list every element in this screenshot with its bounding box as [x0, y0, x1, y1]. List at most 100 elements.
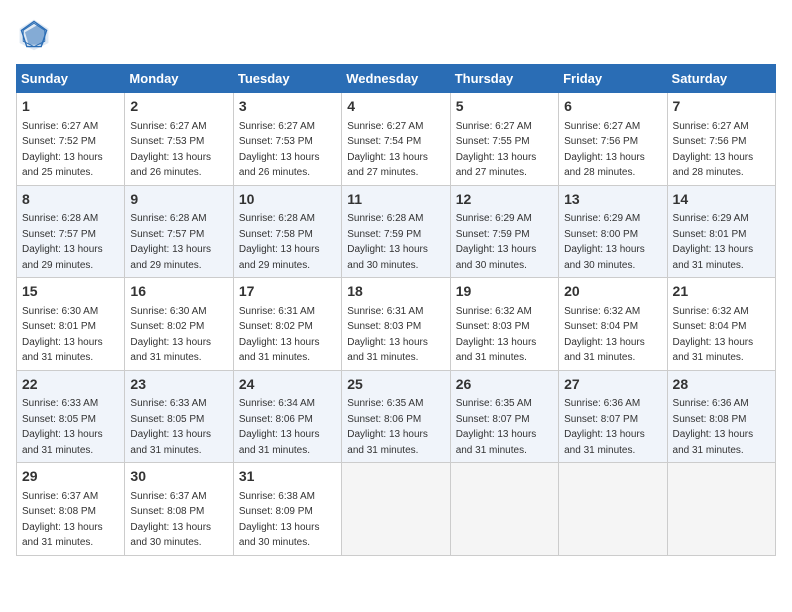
calendar-day-cell: 26 Sunrise: 6:35 AMSunset: 8:07 PMDaylig…: [450, 370, 558, 463]
calendar-day-cell: 5 Sunrise: 6:27 AMSunset: 7:55 PMDayligh…: [450, 93, 558, 186]
calendar-day-cell: 6 Sunrise: 6:27 AMSunset: 7:56 PMDayligh…: [559, 93, 667, 186]
calendar-day-cell: 8 Sunrise: 6:28 AMSunset: 7:57 PMDayligh…: [17, 185, 125, 278]
day-number: 8: [22, 190, 119, 210]
day-info: Sunrise: 6:27 AMSunset: 7:56 PMDaylight:…: [564, 121, 645, 179]
day-number: 17: [239, 282, 336, 302]
day-number: 12: [456, 190, 553, 210]
calendar-day-cell: 30 Sunrise: 6:37 AMSunset: 8:08 PMDaylig…: [125, 463, 233, 556]
day-number: 31: [239, 467, 336, 487]
day-info: Sunrise: 6:32 AMSunset: 8:03 PMDaylight:…: [456, 306, 537, 364]
day-number: 9: [130, 190, 227, 210]
calendar-week-row: 29 Sunrise: 6:37 AMSunset: 8:08 PMDaylig…: [17, 463, 776, 556]
day-header-monday: Monday: [125, 65, 233, 93]
calendar-day-cell: 1 Sunrise: 6:27 AMSunset: 7:52 PMDayligh…: [17, 93, 125, 186]
day-info: Sunrise: 6:37 AMSunset: 8:08 PMDaylight:…: [130, 491, 211, 549]
day-info: Sunrise: 6:29 AMSunset: 8:01 PMDaylight:…: [673, 213, 754, 271]
calendar-day-cell: 31 Sunrise: 6:38 AMSunset: 8:09 PMDaylig…: [233, 463, 341, 556]
calendar-day-cell: 4 Sunrise: 6:27 AMSunset: 7:54 PMDayligh…: [342, 93, 450, 186]
day-info: Sunrise: 6:27 AMSunset: 7:53 PMDaylight:…: [239, 121, 320, 179]
day-info: Sunrise: 6:28 AMSunset: 7:57 PMDaylight:…: [22, 213, 103, 271]
day-number: 3: [239, 97, 336, 117]
calendar-day-cell: 10 Sunrise: 6:28 AMSunset: 7:58 PMDaylig…: [233, 185, 341, 278]
day-info: Sunrise: 6:35 AMSunset: 8:07 PMDaylight:…: [456, 398, 537, 456]
calendar-day-cell: 11 Sunrise: 6:28 AMSunset: 7:59 PMDaylig…: [342, 185, 450, 278]
day-info: Sunrise: 6:27 AMSunset: 7:53 PMDaylight:…: [130, 121, 211, 179]
calendar-day-cell: 22 Sunrise: 6:33 AMSunset: 8:05 PMDaylig…: [17, 370, 125, 463]
day-info: Sunrise: 6:29 AMSunset: 7:59 PMDaylight:…: [456, 213, 537, 271]
day-number: 5: [456, 97, 553, 117]
calendar-day-cell: 2 Sunrise: 6:27 AMSunset: 7:53 PMDayligh…: [125, 93, 233, 186]
day-header-saturday: Saturday: [667, 65, 775, 93]
day-number: 10: [239, 190, 336, 210]
calendar-day-cell: 21 Sunrise: 6:32 AMSunset: 8:04 PMDaylig…: [667, 278, 775, 371]
page-header: [16, 16, 776, 52]
day-number: 20: [564, 282, 661, 302]
calendar-day-cell: 20 Sunrise: 6:32 AMSunset: 8:04 PMDaylig…: [559, 278, 667, 371]
day-number: 7: [673, 97, 770, 117]
calendar-week-row: 22 Sunrise: 6:33 AMSunset: 8:05 PMDaylig…: [17, 370, 776, 463]
logo: [16, 16, 56, 52]
day-info: Sunrise: 6:32 AMSunset: 8:04 PMDaylight:…: [564, 306, 645, 364]
calendar-day-cell: 27 Sunrise: 6:36 AMSunset: 8:07 PMDaylig…: [559, 370, 667, 463]
day-info: Sunrise: 6:28 AMSunset: 7:59 PMDaylight:…: [347, 213, 428, 271]
day-header-tuesday: Tuesday: [233, 65, 341, 93]
day-info: Sunrise: 6:30 AMSunset: 8:01 PMDaylight:…: [22, 306, 103, 364]
day-info: Sunrise: 6:35 AMSunset: 8:06 PMDaylight:…: [347, 398, 428, 456]
calendar-day-cell: 23 Sunrise: 6:33 AMSunset: 8:05 PMDaylig…: [125, 370, 233, 463]
calendar-day-cell: 13 Sunrise: 6:29 AMSunset: 8:00 PMDaylig…: [559, 185, 667, 278]
calendar-table: SundayMondayTuesdayWednesdayThursdayFrid…: [16, 64, 776, 556]
day-info: Sunrise: 6:31 AMSunset: 8:03 PMDaylight:…: [347, 306, 428, 364]
calendar-day-cell: [559, 463, 667, 556]
calendar-day-cell: 7 Sunrise: 6:27 AMSunset: 7:56 PMDayligh…: [667, 93, 775, 186]
calendar-day-cell: 3 Sunrise: 6:27 AMSunset: 7:53 PMDayligh…: [233, 93, 341, 186]
day-number: 21: [673, 282, 770, 302]
day-number: 19: [456, 282, 553, 302]
calendar-day-cell: 29 Sunrise: 6:37 AMSunset: 8:08 PMDaylig…: [17, 463, 125, 556]
day-info: Sunrise: 6:33 AMSunset: 8:05 PMDaylight:…: [22, 398, 103, 456]
logo-icon: [16, 16, 52, 52]
day-info: Sunrise: 6:27 AMSunset: 7:55 PMDaylight:…: [456, 121, 537, 179]
day-number: 18: [347, 282, 444, 302]
day-info: Sunrise: 6:37 AMSunset: 8:08 PMDaylight:…: [22, 491, 103, 549]
calendar-week-row: 15 Sunrise: 6:30 AMSunset: 8:01 PMDaylig…: [17, 278, 776, 371]
calendar-day-cell: 14 Sunrise: 6:29 AMSunset: 8:01 PMDaylig…: [667, 185, 775, 278]
day-info: Sunrise: 6:36 AMSunset: 8:08 PMDaylight:…: [673, 398, 754, 456]
calendar-day-cell: 19 Sunrise: 6:32 AMSunset: 8:03 PMDaylig…: [450, 278, 558, 371]
day-info: Sunrise: 6:33 AMSunset: 8:05 PMDaylight:…: [130, 398, 211, 456]
day-number: 4: [347, 97, 444, 117]
day-number: 15: [22, 282, 119, 302]
day-number: 29: [22, 467, 119, 487]
day-number: 25: [347, 375, 444, 395]
day-info: Sunrise: 6:32 AMSunset: 8:04 PMDaylight:…: [673, 306, 754, 364]
day-number: 26: [456, 375, 553, 395]
day-number: 23: [130, 375, 227, 395]
calendar-day-cell: 24 Sunrise: 6:34 AMSunset: 8:06 PMDaylig…: [233, 370, 341, 463]
calendar-day-cell: 25 Sunrise: 6:35 AMSunset: 8:06 PMDaylig…: [342, 370, 450, 463]
calendar-day-cell: 9 Sunrise: 6:28 AMSunset: 7:57 PMDayligh…: [125, 185, 233, 278]
day-number: 13: [564, 190, 661, 210]
day-number: 30: [130, 467, 227, 487]
calendar-day-cell: 12 Sunrise: 6:29 AMSunset: 7:59 PMDaylig…: [450, 185, 558, 278]
day-info: Sunrise: 6:27 AMSunset: 7:52 PMDaylight:…: [22, 121, 103, 179]
day-info: Sunrise: 6:34 AMSunset: 8:06 PMDaylight:…: [239, 398, 320, 456]
calendar-body: 1 Sunrise: 6:27 AMSunset: 7:52 PMDayligh…: [17, 93, 776, 556]
day-info: Sunrise: 6:27 AMSunset: 7:54 PMDaylight:…: [347, 121, 428, 179]
day-info: Sunrise: 6:28 AMSunset: 7:58 PMDaylight:…: [239, 213, 320, 271]
calendar-day-cell: 17 Sunrise: 6:31 AMSunset: 8:02 PMDaylig…: [233, 278, 341, 371]
day-info: Sunrise: 6:38 AMSunset: 8:09 PMDaylight:…: [239, 491, 320, 549]
calendar-day-cell: [450, 463, 558, 556]
day-header-sunday: Sunday: [17, 65, 125, 93]
calendar-day-cell: [342, 463, 450, 556]
day-info: Sunrise: 6:28 AMSunset: 7:57 PMDaylight:…: [130, 213, 211, 271]
calendar-week-row: 8 Sunrise: 6:28 AMSunset: 7:57 PMDayligh…: [17, 185, 776, 278]
day-header-thursday: Thursday: [450, 65, 558, 93]
day-number: 24: [239, 375, 336, 395]
day-header-wednesday: Wednesday: [342, 65, 450, 93]
day-number: 2: [130, 97, 227, 117]
calendar-week-row: 1 Sunrise: 6:27 AMSunset: 7:52 PMDayligh…: [17, 93, 776, 186]
calendar-day-cell: 18 Sunrise: 6:31 AMSunset: 8:03 PMDaylig…: [342, 278, 450, 371]
day-info: Sunrise: 6:30 AMSunset: 8:02 PMDaylight:…: [130, 306, 211, 364]
day-header-friday: Friday: [559, 65, 667, 93]
day-number: 27: [564, 375, 661, 395]
day-info: Sunrise: 6:27 AMSunset: 7:56 PMDaylight:…: [673, 121, 754, 179]
